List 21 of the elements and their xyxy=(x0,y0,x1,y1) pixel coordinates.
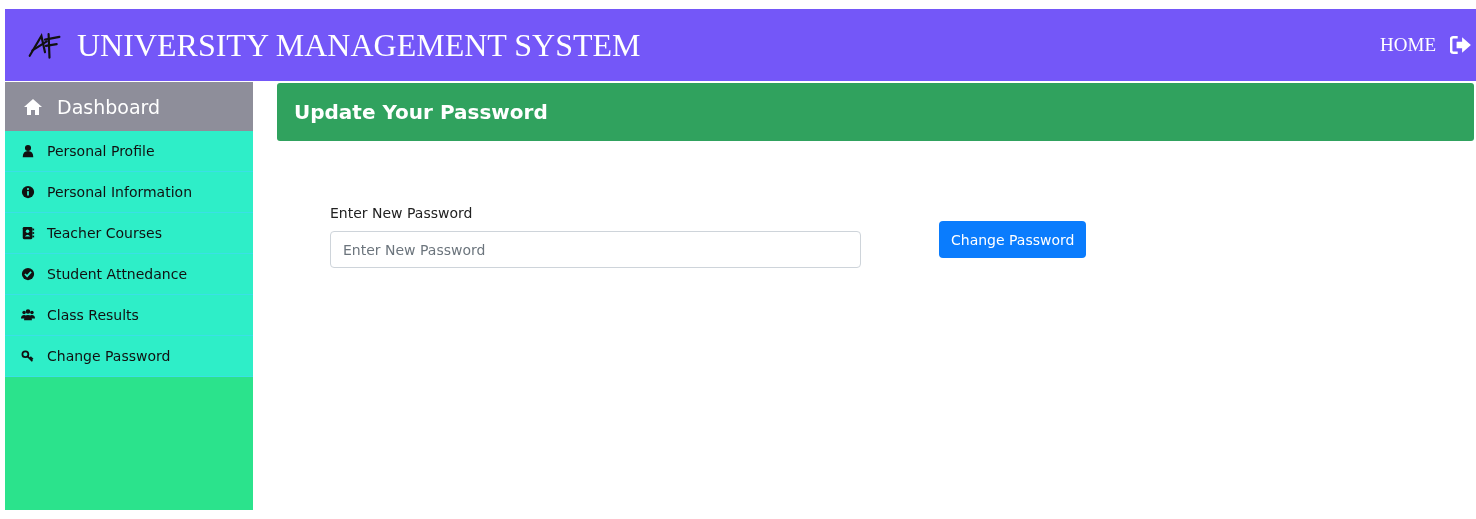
home-icon xyxy=(23,97,43,116)
field-label: Enter New Password xyxy=(330,205,474,221)
change-password-button[interactable]: Change Password xyxy=(939,221,1087,258)
contact-book-icon xyxy=(21,226,35,240)
logo-icon xyxy=(27,30,63,60)
panel-title: Update Your Password xyxy=(294,100,548,124)
password-field[interactable]: Enter New Password xyxy=(330,231,861,268)
key-icon xyxy=(21,349,35,363)
sidebar-item[interactable]: Student Attnedance xyxy=(5,254,253,295)
check-circle-icon xyxy=(21,267,35,281)
sidebar-item[interactable]: Personal Profile xyxy=(5,131,253,172)
users-icon xyxy=(21,308,35,322)
sign-out-icon xyxy=(1450,35,1472,55)
home-link[interactable]: HOME xyxy=(1380,34,1472,56)
sidebar-item[interactable]: Class Results xyxy=(5,295,253,336)
user-icon xyxy=(21,144,35,158)
info-icon xyxy=(21,185,35,199)
sidebar-item[interactable]: Personal Information xyxy=(5,172,253,213)
site-title: UNIVERSITY MANAGEMENT SYSTEM xyxy=(77,26,641,64)
sidebar-item[interactable]: Change Password xyxy=(5,336,253,377)
sidebar-item[interactable]: Teacher Courses xyxy=(5,213,253,254)
